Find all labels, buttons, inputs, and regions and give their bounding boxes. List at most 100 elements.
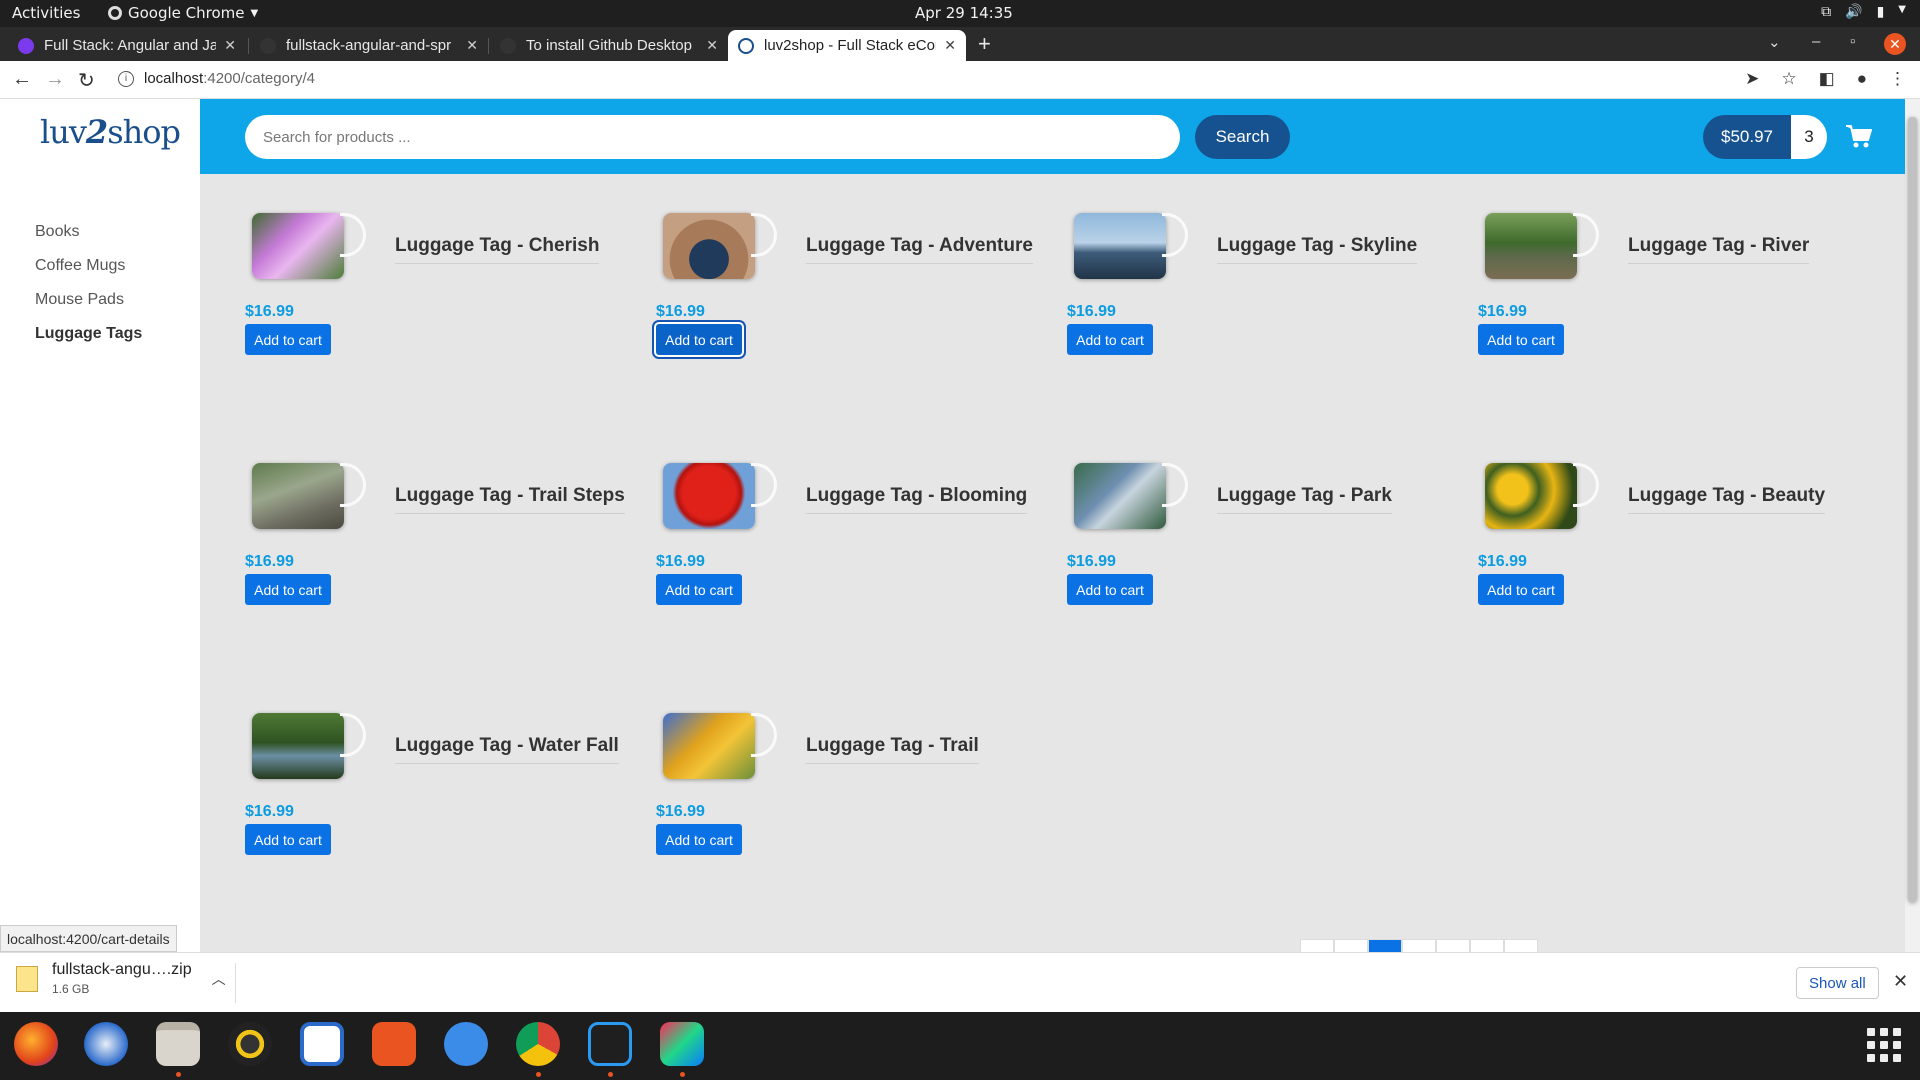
product-name[interactable]: Luggage Tag - River: [1628, 235, 1810, 264]
info-icon[interactable]: i: [118, 70, 134, 87]
download-file-name: fullstack-angu….zip: [52, 961, 192, 978]
help-icon[interactable]: [444, 1022, 488, 1066]
app-center-icon[interactable]: [372, 1022, 416, 1066]
category-link-mouse-pads[interactable]: Mouse Pads: [35, 283, 142, 317]
firefox-icon[interactable]: [14, 1022, 58, 1066]
show-applications-icon[interactable]: [1867, 1028, 1901, 1062]
product-price: $16.99: [1067, 303, 1116, 320]
category-link-luggage-tags[interactable]: Luggage Tags: [35, 317, 142, 351]
volume-icon: 🔊: [1845, 4, 1863, 20]
show-all-downloads-button[interactable]: Show all: [1796, 967, 1879, 999]
product-image[interactable]: [252, 213, 344, 279]
product-search-input[interactable]: [245, 115, 1180, 159]
new-tab-button[interactable]: +: [978, 31, 991, 57]
bookmark-star-icon[interactable]: ☆: [1781, 69, 1796, 89]
page-button[interactable]: [1402, 939, 1436, 952]
os-top-bar: Activities Google Chrome ▼ Apr 29 14:35 …: [0, 0, 1920, 27]
add-to-cart-button[interactable]: Add to cart: [245, 324, 331, 355]
product-image[interactable]: [663, 213, 755, 279]
product-name[interactable]: Luggage Tag - Beauty: [1628, 485, 1826, 514]
side-panel-icon[interactable]: ◧: [1819, 69, 1835, 89]
product-name[interactable]: Luggage Tag - Adventure: [806, 235, 1033, 264]
close-icon[interactable]: ✕: [224, 37, 236, 54]
add-to-cart-button[interactable]: Add to cart: [1478, 574, 1564, 605]
system-tray[interactable]: ⧉ 🔊 ▮ ▼: [1821, 4, 1906, 20]
download-item[interactable]: fullstack-angu….zip 1.6 GB ︿: [16, 961, 226, 996]
chevron-up-icon[interactable]: ︿: [212, 969, 226, 989]
logo-text-shop: shop: [107, 113, 181, 151]
add-to-cart-button[interactable]: Add to cart: [656, 574, 742, 605]
page-current-button[interactable]: [1368, 939, 1402, 952]
product-card: Luggage Tag - Cherish $16.99 Add to cart: [245, 213, 645, 413]
product-image[interactable]: [1485, 463, 1577, 529]
page-button[interactable]: [1436, 939, 1470, 952]
product-image[interactable]: [663, 463, 755, 529]
reload-icon[interactable]: ↻: [78, 68, 95, 93]
product-image[interactable]: [252, 713, 344, 779]
restore-icon[interactable]: ▫: [1850, 33, 1855, 50]
page-prev-button[interactable]: [1334, 939, 1368, 952]
close-icon[interactable]: ✕: [706, 37, 718, 54]
cart-status[interactable]: $50.97 3: [1703, 115, 1873, 159]
chrome-icon[interactable]: [516, 1022, 560, 1066]
close-icon[interactable]: ✕: [466, 37, 478, 54]
forward-arrow-icon[interactable]: →: [45, 68, 65, 91]
url-field[interactable]: i localhost:4200/category/4: [118, 70, 315, 87]
product-image[interactable]: [1485, 213, 1577, 279]
product-name[interactable]: Luggage Tag - Skyline: [1217, 235, 1418, 264]
product-image[interactable]: [1074, 213, 1166, 279]
cart-item-count[interactable]: 3: [1791, 115, 1827, 159]
profile-avatar-icon[interactable]: ●: [1857, 69, 1867, 89]
page-last-button[interactable]: [1504, 939, 1538, 952]
tab-3[interactable]: To install Github Desktop ✕: [490, 30, 728, 61]
luv2shop-logo[interactable]: luv2shop: [40, 113, 181, 151]
close-icon[interactable]: ✕: [944, 37, 956, 54]
product-name[interactable]: Luggage Tag - Water Fall: [395, 735, 619, 764]
activities-button[interactable]: Activities: [12, 4, 80, 22]
back-arrow-icon[interactable]: ←: [12, 68, 32, 91]
cart-total-price[interactable]: $50.97: [1703, 115, 1791, 159]
writer-icon[interactable]: [300, 1022, 344, 1066]
product-name[interactable]: Luggage Tag - Trail: [806, 735, 979, 764]
github-icon: [500, 37, 516, 54]
add-to-cart-button[interactable]: Add to cart: [656, 824, 742, 855]
add-to-cart-button[interactable]: Add to cart: [1067, 324, 1153, 355]
files-icon[interactable]: [156, 1022, 200, 1066]
tab-2[interactable]: fullstack-angular-and-spr ✕: [250, 30, 488, 61]
page-scrollbar[interactable]: [1905, 99, 1920, 952]
add-to-cart-button[interactable]: Add to cart: [1478, 324, 1564, 355]
shopping-cart-icon[interactable]: [1845, 124, 1873, 150]
minimize-icon[interactable]: –: [1812, 33, 1820, 50]
clock[interactable]: Apr 29 14:35: [915, 4, 1013, 22]
page-next-button[interactable]: [1470, 939, 1504, 952]
window-close-button[interactable]: ✕: [1884, 33, 1906, 55]
tab-1[interactable]: Full Stack: Angular and Ja ✕: [8, 30, 246, 61]
search-button[interactable]: Search: [1195, 115, 1290, 159]
add-to-cart-button[interactable]: Add to cart: [656, 324, 742, 355]
product-name[interactable]: Luggage Tag - Park: [1217, 485, 1392, 514]
add-to-cart-button[interactable]: Add to cart: [245, 824, 331, 855]
tab-search-icon[interactable]: ⌄: [1768, 33, 1781, 51]
close-icon[interactable]: ✕: [1893, 971, 1908, 992]
product-price: $16.99: [656, 803, 705, 820]
kebab-menu-icon[interactable]: ⋮: [1889, 69, 1906, 89]
add-to-cart-button[interactable]: Add to cart: [1067, 574, 1153, 605]
scrollbar-thumb[interactable]: [1908, 117, 1917, 902]
category-link-books[interactable]: Books: [35, 215, 142, 249]
product-image[interactable]: [252, 463, 344, 529]
thunderbird-icon[interactable]: [84, 1022, 128, 1066]
send-icon[interactable]: ➤: [1745, 69, 1759, 89]
product-name[interactable]: Luggage Tag - Cherish: [395, 235, 600, 264]
tab-4-active[interactable]: luv2shop - Full Stack eCor ✕: [728, 30, 966, 61]
category-link-coffee-mugs[interactable]: Coffee Mugs: [35, 249, 142, 283]
vscode-icon[interactable]: [588, 1022, 632, 1066]
intellij-icon[interactable]: [660, 1022, 704, 1066]
product-name[interactable]: Luggage Tag - Trail Steps: [395, 485, 625, 514]
product-image[interactable]: [1074, 463, 1166, 529]
product-name[interactable]: Luggage Tag - Blooming: [806, 485, 1028, 514]
rhythmbox-icon[interactable]: [228, 1022, 272, 1066]
page-first-button[interactable]: [1300, 939, 1334, 952]
product-image[interactable]: [663, 713, 755, 779]
app-menu[interactable]: Google Chrome ▼: [108, 4, 258, 22]
add-to-cart-button[interactable]: Add to cart: [245, 574, 331, 605]
